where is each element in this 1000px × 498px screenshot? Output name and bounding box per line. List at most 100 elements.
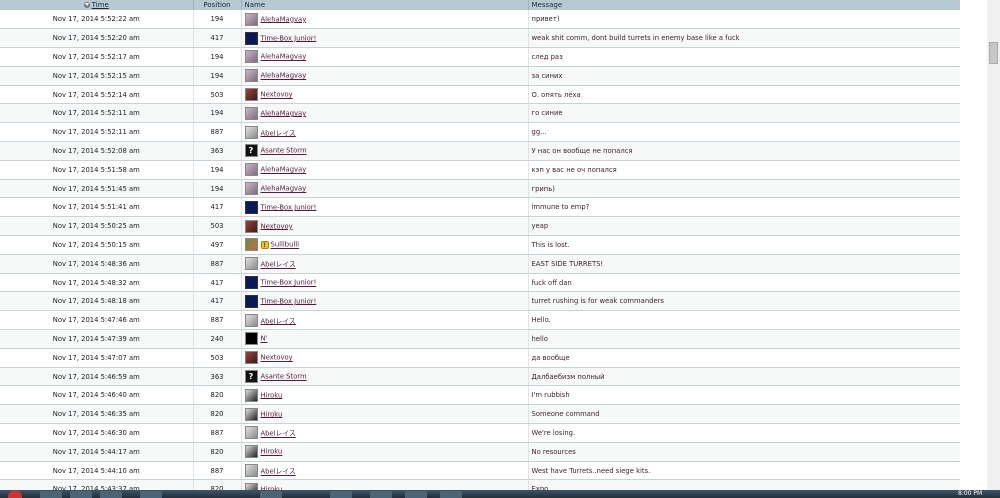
player-name-link[interactable]: Hiroku — [261, 448, 283, 456]
chat-log-table: Time Position Name Message Nov 17, 2014 … — [0, 0, 960, 490]
player-name-link[interactable]: Nextovoy — [261, 91, 293, 99]
player-avatar-icon[interactable] — [244, 276, 258, 290]
player-avatar-icon[interactable] — [244, 351, 258, 365]
taskbar-app-icon[interactable] — [100, 491, 122, 498]
player-name-link[interactable]: Abelレイス — [261, 261, 296, 269]
taskbar-app-icon[interactable] — [330, 491, 352, 498]
player-name-link[interactable]: AlehaMagvay — [261, 53, 307, 61]
taskbar-app-icon[interactable] — [440, 491, 462, 498]
row-position: 417 — [193, 291, 242, 312]
row-time: Nov 17, 2014 5:52:11 am — [0, 103, 194, 124]
player-name-link[interactable]: Time-Box Junior! — [261, 279, 317, 287]
player-name-link[interactable]: Time-Box Junior! — [261, 203, 317, 211]
taskbar-app-icon[interactable] — [40, 491, 62, 498]
row-message: EAST SIDE TURRETS! — [528, 254, 960, 274]
table-row: Nov 17, 2014 5:47:07 am 503 Nextovoy да воо… — [0, 348, 960, 368]
player-name-link[interactable]: Abelレイス — [261, 468, 296, 476]
row-position: 887 — [193, 461, 242, 481]
player-avatar-icon[interactable] — [244, 464, 258, 478]
row-message: yeap — [528, 216, 960, 237]
player-avatar-icon[interactable] — [244, 313, 258, 327]
player-avatar-icon[interactable] — [244, 69, 258, 83]
row-position: 194 — [193, 10, 242, 30]
taskbar-app-icon[interactable] — [405, 491, 427, 498]
vertical-scrollbar[interactable] — [987, 0, 1000, 490]
time-header-label[interactable]: Time — [92, 1, 109, 9]
row-player: AlehaMagvay — [241, 10, 529, 30]
player-avatar-icon[interactable] — [244, 12, 258, 26]
player-avatar-icon[interactable] — [244, 182, 258, 196]
row-player: ? Asante Storm — [241, 141, 529, 161]
row-message: Someone command — [528, 404, 960, 425]
player-avatar-icon[interactable] — [244, 125, 258, 139]
player-name-link[interactable]: Nextovoy — [261, 222, 293, 230]
player-avatar-icon[interactable] — [244, 219, 258, 233]
table-row: Nov 17, 2014 5:52:22 am 194 AlehaMagvay при… — [0, 10, 960, 30]
player-name-link[interactable]: N' — [261, 335, 268, 343]
player-avatar-icon[interactable] — [244, 163, 258, 177]
table-row: Nov 17, 2014 5:52:11 am 887 Abelレイス gg... — [0, 122, 960, 143]
table-header: Time Position Name Message — [0, 0, 960, 10]
taskbar-app-icon[interactable] — [370, 491, 392, 498]
player-name-link[interactable]: Hiroku — [261, 410, 283, 418]
taskbar-app-icon[interactable] — [140, 491, 162, 498]
player-name-link[interactable]: Abelレイス — [261, 129, 296, 137]
player-name-link[interactable]: Sullibulli — [271, 241, 300, 249]
row-player: Hiroku — [241, 442, 529, 462]
row-time: Nov 17, 2014 5:48:18 am — [0, 291, 194, 312]
player-name-link[interactable]: AlehaMagvay — [261, 166, 307, 174]
row-player: Nextovoy — [241, 348, 529, 368]
player-avatar-icon[interactable] — [244, 50, 258, 64]
player-avatar-icon[interactable] — [244, 294, 258, 308]
player-avatar-icon[interactable] — [244, 426, 258, 440]
table-row: Nov 17, 2014 5:47:39 am 240 N' hello — [0, 329, 960, 349]
player-name-link[interactable]: AlehaMagvay — [261, 185, 307, 193]
player-avatar-icon[interactable] — [244, 332, 258, 346]
row-player: ! Sullibulli — [241, 235, 529, 255]
player-avatar-icon[interactable] — [244, 88, 258, 102]
row-player: Hiroku — [241, 479, 529, 490]
row-time: Nov 17, 2014 5:46:35 am — [0, 404, 194, 425]
row-position: 194 — [193, 47, 242, 67]
player-name-link[interactable]: Hiroku — [261, 391, 283, 399]
sort-descending-icon[interactable] — [83, 2, 90, 8]
player-avatar-icon[interactable]: ? — [244, 144, 258, 158]
player-name-link[interactable]: Asante Storm — [261, 373, 307, 381]
player-avatar-icon[interactable] — [244, 31, 258, 45]
row-position: 194 — [193, 160, 242, 180]
taskbar-app-icon[interactable] — [70, 491, 92, 498]
row-player: Nextovoy — [241, 85, 529, 105]
player-avatar-icon[interactable] — [244, 482, 258, 490]
player-name-link[interactable]: Asante Storm — [261, 147, 307, 155]
player-avatar-icon[interactable]: ? — [244, 370, 258, 384]
player-name-link[interactable]: AlehaMagvay — [261, 15, 307, 23]
player-avatar-icon[interactable] — [244, 445, 258, 459]
table-row: Nov 17, 2014 5:48:32 am 417 Time-Box Junio… — [0, 273, 960, 293]
player-avatar-icon[interactable] — [244, 407, 258, 421]
player-avatar-icon[interactable] — [244, 106, 258, 120]
table-row: Nov 17, 2014 5:52:14 am 503 Nextovoy О. опя… — [0, 85, 960, 105]
row-message: У нас он вообще не попался — [528, 141, 960, 161]
row-position: 503 — [193, 216, 242, 237]
player-name-link[interactable]: Abelレイス — [261, 430, 296, 438]
windows-taskbar: 8:00 PM — [0, 490, 1000, 498]
start-button-icon[interactable] — [8, 490, 22, 498]
player-avatar-icon[interactable] — [244, 388, 258, 402]
player-avatar-icon[interactable] — [244, 200, 258, 214]
table-row: Nov 17, 2014 5:52:17 am 194 AlehaMagvay сле… — [0, 47, 960, 67]
player-name-link[interactable]: Nextovoy — [261, 354, 293, 362]
player-name-link[interactable]: AlehaMagvay — [261, 72, 307, 80]
taskbar-app-icon[interactable] — [260, 491, 282, 498]
row-player: AlehaMagvay — [241, 47, 529, 67]
player-avatar-icon[interactable] — [244, 257, 258, 271]
player-name-link[interactable]: Abelレイス — [261, 317, 296, 325]
row-time: Nov 17, 2014 5:52:20 am — [0, 28, 194, 49]
table-row: Nov 17, 2014 5:50:25 am 503 Nextovoy yeap — [0, 216, 960, 237]
player-avatar-icon[interactable] — [244, 238, 258, 252]
time-column-header[interactable]: Time — [0, 0, 194, 10]
player-name-link[interactable]: Time-Box Junior! — [261, 297, 317, 305]
player-name-link[interactable]: AlehaMagvay — [261, 109, 307, 117]
row-time: Nov 17, 2014 5:52:15 am — [0, 66, 194, 86]
scrollbar-thumb[interactable] — [989, 42, 998, 64]
player-name-link[interactable]: Time-Box Junior! — [261, 34, 317, 42]
